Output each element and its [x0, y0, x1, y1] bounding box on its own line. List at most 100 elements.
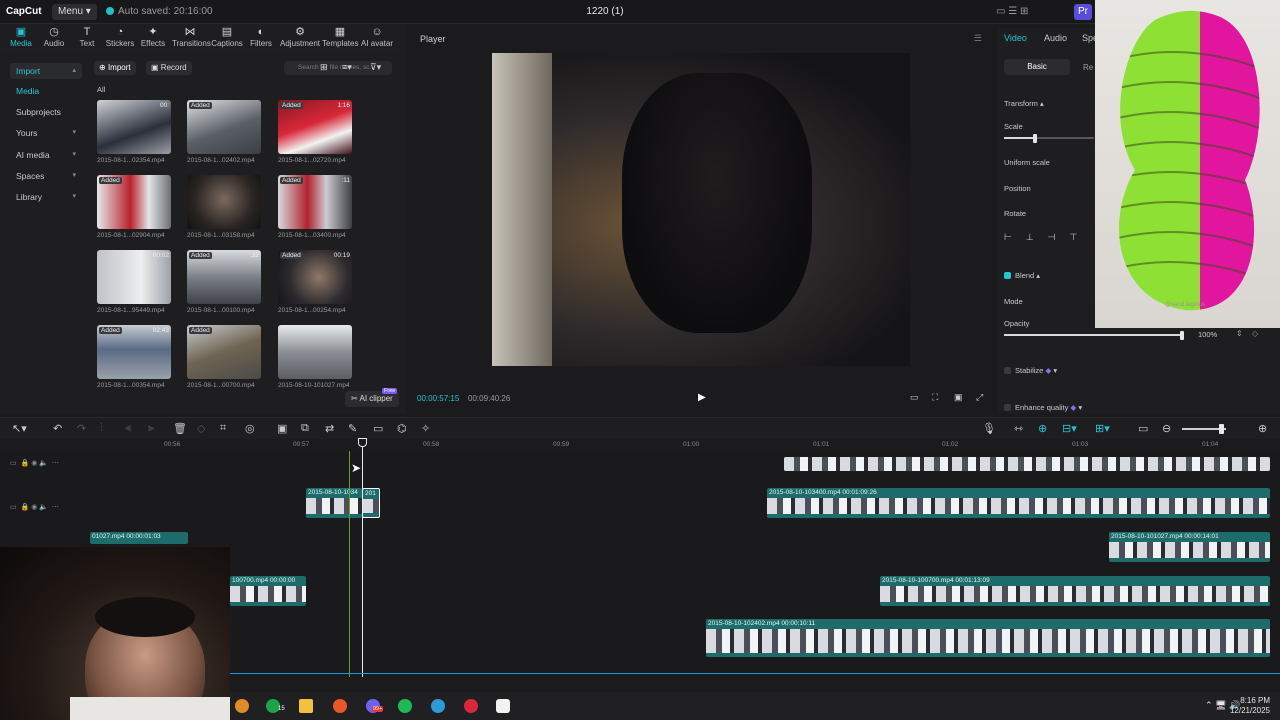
timeline-clip-selected[interactable]: 201 — [362, 488, 380, 518]
timeline-ruler[interactable]: 00:56 00:57 00:58 00:59 01:00 01:01 01:0… — [90, 439, 1280, 451]
pro-button[interactable]: Pr — [1074, 4, 1092, 20]
playhead[interactable] — [362, 439, 363, 677]
nav-ai-media[interactable]: AI media ▾ — [10, 147, 82, 163]
split-right-icon[interactable]: ⫸ — [148, 422, 154, 435]
media-item[interactable]: Added 02:43 2015-08-1...00354.mp4 — [97, 325, 177, 389]
aspect-icon[interactable]: ▣ — [954, 392, 963, 403]
subtab-remove-bg[interactable]: Re — [1083, 63, 1093, 72]
record-button[interactable]: ▣ Record — [146, 61, 192, 75]
redo-icon[interactable]: ↷ — [77, 422, 86, 435]
more-icon[interactable]: ⋯ — [52, 504, 59, 511]
play-button[interactable]: ▶ — [698, 392, 706, 403]
crop-icon[interactable]: ⌗ — [220, 422, 226, 435]
filter-all[interactable]: All — [97, 85, 105, 94]
brave-icon[interactable] — [333, 699, 347, 713]
microphone-icon[interactable]: 🎙 — [982, 422, 996, 435]
keyframe-tool-icon[interactable]: ⌬ — [397, 422, 407, 435]
nav-import[interactable]: Import ▴ — [10, 63, 82, 79]
media-item[interactable]: 2015-08-1...03158.mp4 — [187, 175, 267, 239]
keyframe-icon[interactable]: ◇ — [1252, 329, 1258, 338]
blend-checkbox[interactable] — [1004, 272, 1011, 279]
tool-transitions[interactable]: ⋈ Transitions — [172, 26, 211, 48]
zoom-slider[interactable] — [1182, 424, 1226, 434]
zoom-in-icon[interactable]: ⊕ — [1258, 422, 1267, 435]
lock-icon[interactable]: 🔒 — [21, 460, 30, 467]
capcut-taskbar-icon[interactable] — [496, 699, 510, 713]
nav-yours[interactable]: Yours ▾ — [10, 125, 82, 141]
enhance-toggle[interactable]: Enhance quality ◆ ▾ — [1004, 403, 1082, 412]
stabilize-toggle[interactable]: Stabilize ◆ ▾ — [1004, 366, 1057, 375]
media-item[interactable]: 2015-08-10-101027.mp4 — [278, 325, 358, 389]
tab-video[interactable]: Video — [1004, 33, 1027, 43]
enhance-checkbox[interactable] — [1004, 404, 1011, 411]
window-layout-icons[interactable]: ▭ ☰ ⊞ — [996, 6, 1028, 17]
timeline-clip[interactable]: 2015-08-10-1034 — [306, 488, 362, 518]
nav-library[interactable]: Library ▾ — [10, 189, 82, 205]
track-select-icon[interactable]: ▭ — [10, 504, 17, 511]
link-icon[interactable]: ⇿ — [1014, 422, 1023, 435]
media-item[interactable]: Added:32 2015-08-1...00100.mp4 — [187, 250, 267, 314]
track-select-icon[interactable]: ▭ — [10, 460, 17, 467]
media-item[interactable]: Added 2015-08-1...02904.mp4 — [97, 175, 177, 239]
undo-icon[interactable]: ↶ — [53, 422, 62, 435]
media-item[interactable]: Added 00:19 2015-08-1...00254.mp4 — [278, 250, 358, 314]
transform-heading[interactable]: Transform ▴ — [1004, 99, 1044, 108]
timeline-clip[interactable] — [784, 457, 1270, 471]
folder-icon[interactable] — [299, 699, 313, 713]
tool-stickers[interactable]: ◔ Stickers — [103, 26, 137, 48]
magic-icon[interactable]: ✎ — [348, 422, 357, 435]
freeze-icon[interactable]: ▣ — [277, 422, 287, 435]
delete-icon[interactable]: 🗑 — [173, 422, 187, 435]
timeline-clip[interactable]: 2015-08-10-103400.mp4 00:01:09:26 — [767, 488, 1270, 518]
nav-media[interactable]: Media — [10, 83, 82, 99]
taskbar-clock[interactable]: 8:16 PM 12/21/2025 — [1230, 696, 1270, 716]
audio-icon[interactable]: 🔈 — [39, 504, 48, 511]
tool-filters[interactable]: ◐ Filters — [244, 26, 278, 48]
lock-icon[interactable]: 🔒 — [21, 504, 30, 511]
opacity-slider-handle[interactable] — [1180, 330, 1184, 340]
align-icons[interactable]: ⊢⊥⊣⊤ — [1004, 232, 1091, 243]
tool-adjustment[interactable]: ⚙ Adjustment — [280, 26, 320, 48]
preview-axis-icon[interactable]: ⊟▾ — [1062, 422, 1077, 435]
blend-toggle[interactable]: Blend ▴ — [1004, 271, 1040, 280]
subtitle-icon[interactable]: ▭ — [373, 422, 383, 435]
magnet-icon[interactable]: ⊕ — [1038, 422, 1047, 435]
timeline-clip[interactable]: 100700.mp4 00:00:00 — [230, 576, 306, 606]
shield-icon[interactable]: ◇ — [197, 422, 205, 435]
player-menu-icon[interactable]: ☰ — [974, 33, 982, 44]
tab-audio[interactable]: Audio — [1044, 33, 1067, 43]
eye-icon[interactable]: ◉ — [31, 460, 37, 467]
tool-ai-avatar[interactable]: ☺ AI avatar — [360, 26, 394, 48]
opacity-slider[interactable] — [1004, 330, 1184, 340]
speed-icon[interactable]: ◎ — [245, 422, 255, 435]
ai-tool-icon[interactable]: ✧ — [421, 422, 430, 435]
media-item[interactable]: Added:11 2015-08-1...03400.mp4 — [278, 175, 358, 239]
sort-icon[interactable]: ≡▾ — [342, 62, 352, 73]
split-left-icon[interactable]: ⫷ — [125, 422, 131, 435]
spotify-icon[interactable] — [398, 699, 412, 713]
more-icon[interactable]: ⋯ — [52, 460, 59, 467]
subtab-basic[interactable]: Basic — [1004, 59, 1070, 75]
media-item[interactable]: Added 2015-08-1...02402.mp4 — [187, 100, 267, 164]
select-tool-icon[interactable]: ↖▾ — [12, 422, 27, 435]
nav-subprojects[interactable]: Subprojects — [10, 104, 82, 120]
eye-icon[interactable]: ◉ — [31, 504, 37, 511]
stepper-icon[interactable]: ⇕ — [1236, 329, 1243, 338]
tool-effects[interactable]: ✦ Effects — [136, 26, 170, 48]
tool-audio[interactable]: ◷ Audio — [37, 26, 71, 48]
app-icon[interactable] — [235, 699, 249, 713]
import-button[interactable]: ⊕ Import — [94, 61, 136, 75]
timeline-clip[interactable]: 2015-08-10-100700.mp4 00:01:13:09 — [880, 576, 1270, 606]
timeline-clip[interactable]: 2015-08-10-102402.mp4 00:00:10:11 — [706, 619, 1270, 657]
grid-view-icon[interactable]: ⊞ — [320, 62, 328, 73]
media-item[interactable]: 00: 2015-08-1...02354.mp4 — [97, 100, 177, 164]
media-item[interactable]: 00:02 2015-08-1...95449.mp4 — [97, 250, 177, 314]
tool-templates[interactable]: ▦ Templates — [322, 26, 358, 48]
stabilize-checkbox[interactable] — [1004, 367, 1011, 374]
media-item[interactable]: Added 1:16 2015-08-1...02720.mp4 — [278, 100, 358, 164]
scale-slider[interactable] — [1004, 133, 1094, 143]
media-app-icon[interactable] — [464, 699, 478, 713]
menu-button[interactable]: Menu ▾ — [52, 4, 97, 20]
video-preview[interactable] — [492, 53, 910, 366]
zoom-out-icon[interactable]: ⊖ — [1162, 422, 1171, 435]
